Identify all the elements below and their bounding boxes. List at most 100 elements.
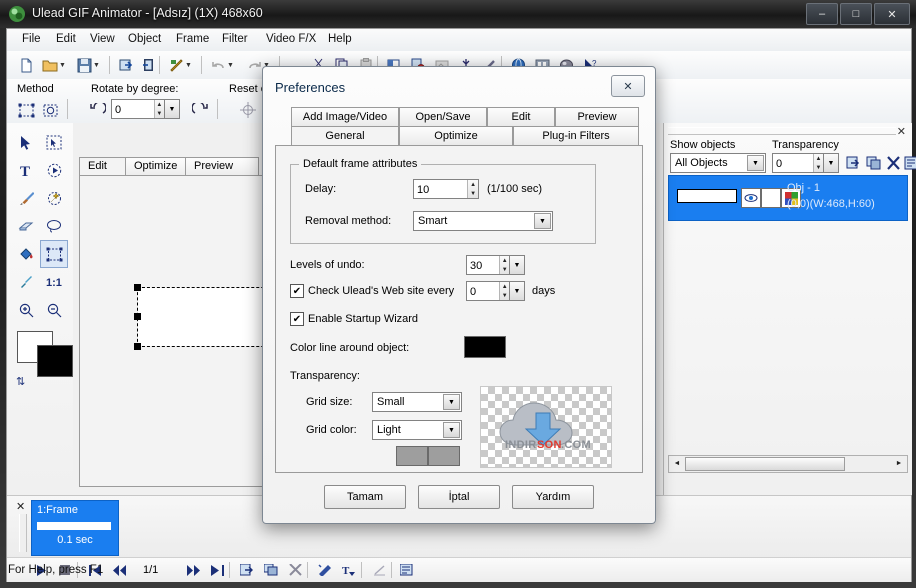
ok-button[interactable]: Tamam: [324, 485, 406, 509]
object-transparency-dropdown[interactable]: ▼: [824, 153, 839, 173]
lasso-tool-icon[interactable]: [41, 213, 67, 239]
last-frame-icon[interactable]: [207, 561, 227, 579]
removal-method-select[interactable]: Smart ▼: [413, 211, 553, 231]
levels-of-undo-spinner[interactable]: ▲▼: [466, 255, 510, 276]
levels-of-undo-arrows[interactable]: ▲ ▼: [499, 256, 509, 274]
zoom-out-tool-icon[interactable]: [41, 297, 67, 323]
tab-optimize-prefs[interactable]: Optimize: [399, 126, 513, 147]
effects-dropdown-caret[interactable]: ▼: [183, 54, 194, 76]
eraser-tool-icon[interactable]: [13, 213, 39, 239]
rotate-dropdown-button[interactable]: ▼: [165, 99, 180, 119]
rotate-ccw-icon[interactable]: [87, 99, 109, 121]
startup-wizard-checkbox[interactable]: ✔: [290, 312, 304, 326]
cancel-button[interactable]: İptal: [418, 485, 500, 509]
menu-help[interactable]: Help: [321, 33, 359, 48]
grid-color-select[interactable]: Light ▼: [372, 420, 462, 440]
menu-video-fx[interactable]: Video F/X: [259, 33, 323, 48]
mask-icon[interactable]: [761, 188, 781, 208]
dialog-close-button[interactable]: ✕: [611, 75, 645, 97]
rotate-cw-icon[interactable]: [189, 99, 211, 121]
delay-spinner-arrows[interactable]: ▲ ▼: [467, 180, 478, 198]
minimize-button[interactable]: –: [806, 3, 838, 25]
delete-frame-icon[interactable]: [285, 561, 305, 579]
paintbrush-tool-icon[interactable]: [13, 185, 39, 211]
delete-object-icon[interactable]: [882, 152, 904, 174]
scroll-left-arrow-icon[interactable]: ◄: [670, 457, 684, 469]
resize-handle-bottom-left[interactable]: [134, 343, 141, 350]
levels-of-undo-dropdown[interactable]: ▼: [510, 255, 525, 275]
next-frame-icon[interactable]: [183, 561, 203, 579]
object-transparency-arrows[interactable]: ▲ ▼: [812, 154, 823, 172]
menu-view[interactable]: View: [83, 33, 122, 48]
swap-colors-icon[interactable]: ⇅: [16, 375, 25, 388]
check-web-days-spinner[interactable]: ▲▼: [466, 281, 510, 302]
tab-plugin-filters[interactable]: Plug-in Filters: [513, 126, 639, 147]
frame-properties-icon[interactable]: [397, 561, 417, 579]
grid-size-select[interactable]: Small ▼: [372, 392, 462, 412]
delay-spinner[interactable]: ▲▼: [413, 179, 479, 200]
menu-file[interactable]: File: [15, 33, 48, 48]
grid-color-swatch-2[interactable]: [428, 446, 460, 466]
check-web-days-input[interactable]: [467, 282, 500, 302]
zoom-in-tool-icon[interactable]: [13, 297, 39, 323]
chevron-down-icon[interactable]: ▼: [534, 213, 551, 229]
duplicate-frame-icon[interactable]: [261, 561, 281, 579]
close-frame-panel-icon[interactable]: ✕: [16, 500, 25, 513]
frame-panel-grip[interactable]: [19, 514, 27, 552]
tab-edit-prefs[interactable]: Edit: [487, 107, 555, 128]
tab-add-image-video[interactable]: Add Image/Video: [291, 107, 399, 128]
show-objects-select[interactable]: All Objects ▼: [670, 153, 766, 173]
levels-of-undo-input[interactable]: [467, 256, 500, 276]
background-color-swatch[interactable]: [37, 345, 73, 377]
resize-handle-top-left[interactable]: [134, 284, 141, 291]
object-list-item[interactable]: Obj - 1 (0,0)(W:468,H:60): [668, 175, 908, 221]
new-file-icon[interactable]: [15, 54, 37, 76]
rotate-spinner-arrows[interactable]: ▲ ▼: [153, 100, 164, 118]
text-banner-icon[interactable]: T: [339, 561, 359, 579]
chevron-down-icon[interactable]: ▼: [443, 394, 460, 410]
color-line-swatch[interactable]: [464, 336, 506, 358]
object-properties-icon[interactable]: [902, 152, 916, 174]
objects-horizontal-scrollbar[interactable]: ◄ ►: [668, 455, 908, 473]
frame-list-item[interactable]: 1:Frame 0.1 sec: [31, 500, 119, 556]
menu-frame[interactable]: Frame: [169, 33, 216, 48]
eye-visible-icon[interactable]: [741, 188, 761, 208]
chevron-down-icon[interactable]: ▼: [443, 422, 460, 438]
transform-tool-icon[interactable]: [40, 240, 68, 268]
add-video-icon[interactable]: [137, 54, 159, 76]
frame-effect-icon[interactable]: [315, 561, 335, 579]
actual-size-tool-icon[interactable]: 1:1: [41, 269, 67, 295]
duplicate-object-icon[interactable]: [862, 152, 884, 174]
select-object-tool-icon[interactable]: [41, 129, 67, 155]
menu-edit[interactable]: Edit: [49, 33, 83, 48]
grid-color-swatch-1[interactable]: [396, 446, 428, 466]
panel-grip[interactable]: [668, 127, 896, 135]
check-web-days-dropdown[interactable]: ▼: [510, 281, 525, 301]
menu-object[interactable]: Object: [121, 33, 168, 48]
eyedropper-tool-icon[interactable]: [13, 269, 39, 295]
paint-bucket-tool-icon[interactable]: [13, 241, 39, 267]
animation-tool-icon[interactable]: [41, 157, 67, 183]
transform-method-icon[interactable]: [15, 99, 37, 121]
check-web-site-checkbox[interactable]: ✔: [290, 284, 304, 298]
delay-input[interactable]: [414, 180, 468, 200]
scroll-right-arrow-icon[interactable]: ►: [892, 457, 906, 469]
add-image-icon[interactable]: [115, 54, 137, 76]
rotate-method-icon[interactable]: [39, 99, 61, 121]
tab-preview[interactable]: Preview: [185, 157, 259, 176]
check-web-days-arrows[interactable]: ▲ ▼: [499, 282, 509, 300]
magic-wand-tool-icon[interactable]: [41, 185, 67, 211]
previous-frame-icon[interactable]: [109, 561, 129, 579]
help-button[interactable]: Yardım: [512, 485, 594, 509]
open-dropdown-caret[interactable]: ▼: [57, 54, 68, 76]
tab-general[interactable]: General: [291, 126, 399, 147]
close-button[interactable]: ✕: [874, 3, 910, 25]
scrollbar-thumb[interactable]: [685, 457, 845, 471]
menu-filter[interactable]: Filter: [215, 33, 255, 48]
chevron-down-icon[interactable]: ▼: [747, 155, 764, 171]
pick-tool-icon[interactable]: [13, 129, 39, 155]
rotate-degree-spinner[interactable]: ▲▼: [111, 99, 165, 120]
maximize-button[interactable]: □: [840, 3, 872, 25]
object-transparency-spinner[interactable]: ▲▼: [772, 153, 824, 174]
object-transparency-input[interactable]: [773, 154, 813, 174]
